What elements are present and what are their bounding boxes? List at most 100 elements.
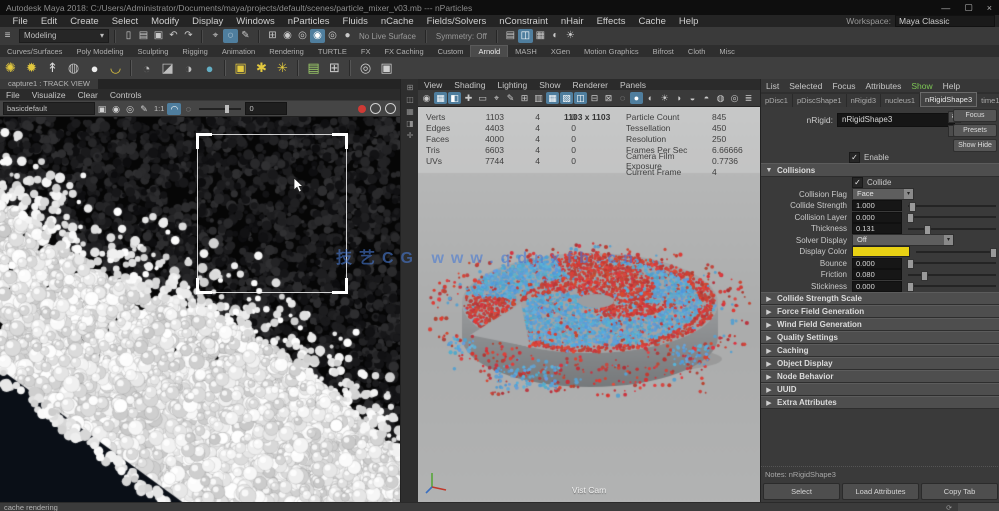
menu-display[interactable]: Display [186,16,230,27]
viewport-menu-view[interactable]: View [418,80,448,90]
ae-tab-pdisc1[interactable]: pDisc1 [761,94,793,107]
collide-strength-scale-section-header[interactable]: ▶Collide Strength Scale [761,292,999,305]
compare-icon[interactable]: ◌ [181,103,195,115]
menu-effects[interactable]: Effects [590,16,632,27]
safe-action-icon[interactable]: ⊟ [588,92,601,104]
fluid-emitter-icon[interactable]: ◪ [157,59,178,78]
particle-collision-icon[interactable]: ◡ [105,59,126,78]
grease-pencil-icon[interactable]: ✎ [504,92,517,104]
menu-windows[interactable]: Windows [230,16,282,27]
notes-field[interactable]: Notes: nRigidShape3 [761,466,999,481]
enable-checkbox-row[interactable]: ✓ Enable [761,151,999,163]
fluid-container-icon[interactable]: ◔ [136,59,157,78]
use-all-lights-icon[interactable]: ☀ [658,92,671,104]
paint-select-icon[interactable]: ✎ [238,29,253,43]
shelf-tab-xgen[interactable]: XGen [544,46,577,57]
friction-slider[interactable] [908,274,996,276]
fireworks-effect-icon[interactable]: ✳ [272,59,293,78]
ae-menu-attributes[interactable]: Attributes [860,81,906,91]
hypershade-icon[interactable]: ◐ [548,29,563,43]
shelf-tab-rigging[interactable]: Rigging [175,46,214,57]
ae-tab-nucleus1[interactable]: nucleus1 [881,94,920,107]
object-display-section-header[interactable]: ▶Object Display [761,357,999,370]
viewport-menu-show[interactable]: Show [533,80,566,90]
menu-fluids[interactable]: Fluids [336,16,374,27]
shelf-tab-motion-graphics[interactable]: Motion Graphics [577,46,646,57]
stickiness-slider[interactable] [908,285,996,287]
node-name-field[interactable]: nRigidShape3 [837,113,955,127]
ae-menu-show[interactable]: Show [906,81,937,91]
camera-preset-dropdown[interactable]: basicdefault [3,102,95,115]
shelf-tab-sculpting[interactable]: Sculpting [131,46,176,57]
render-settings-icon[interactable]: ▦ [533,29,548,43]
emitter-icon[interactable]: ↟ [42,59,63,78]
menu-edit[interactable]: Edit [34,16,63,27]
extra-attributes-section-header[interactable]: ▶Extra Attributes [761,396,999,409]
snapshot-icon[interactable]: ▣ [95,103,109,115]
render-region-icon[interactable]: ◉ [109,103,123,115]
options-icon[interactable] [385,103,396,114]
ocean-icon[interactable]: ◑ [178,59,199,78]
nparticle-icon[interactable]: ✺ [0,59,21,78]
collisions-section-header[interactable]: ▼ Collisions [761,163,999,177]
reference-menu-controls[interactable]: Controls [104,90,148,100]
hamburger-icon[interactable]: ≡ [0,29,15,43]
panel-camera-icon[interactable]: ◫ [406,95,414,104]
menu-file[interactable]: File [6,16,34,27]
collide-strength-field[interactable]: 1.000 [852,200,902,211]
live-surface-label[interactable]: No Live Surface [355,32,420,41]
reference-menu-visualize[interactable]: Visualize [26,90,72,100]
presets-button[interactable]: Presets [953,124,997,137]
soft-body-icon[interactable]: ● [84,59,105,78]
goal-icon[interactable]: ◍ [63,59,84,78]
checkbox-checked-icon[interactable]: ✓ [849,152,860,163]
menu-cache[interactable]: Cache [632,16,672,27]
shelf-tab-misc[interactable]: Misc [712,46,741,57]
menu-nconstraint[interactable]: nConstraint [493,16,555,27]
lens-flare-icon[interactable]: ◎ [355,59,376,78]
shelf-tab-turtle[interactable]: TURTLE [311,46,354,57]
xray-icon[interactable]: ◎ [728,92,741,104]
grid-icon[interactable]: ⊞ [518,92,531,104]
workspace-dropdown[interactable]: Maya Classic [895,15,995,27]
shadows-icon[interactable]: ◑ [672,92,685,104]
ae-menu-focus[interactable]: Focus [827,81,860,91]
shelf-tab-mash[interactable]: MASH [508,46,544,57]
slider-handle[interactable] [225,105,229,113]
make-live-icon[interactable]: ● [340,29,355,43]
shelf-tab-bifrost[interactable]: Bifrost [646,46,681,57]
close-button[interactable]: × [980,3,999,13]
shelf-tab-cloth[interactable]: Cloth [681,46,713,57]
ae-tab-time1[interactable]: time1 [977,94,999,107]
motion-blur-icon[interactable]: ◓ [700,92,713,104]
reference-menu-file[interactable]: File [0,90,26,100]
menu-help[interactable]: Help [672,16,705,27]
scene-viewport[interactable] [418,107,760,503]
frame-value-field[interactable]: 0 [245,102,287,115]
slider-handle[interactable] [907,282,914,292]
ipr-render-icon[interactable]: ◫ [518,29,533,43]
wireframe-overlay-icon[interactable]: ◠ [167,103,181,115]
shelf-tab-fx-caching[interactable]: FX Caching [377,46,430,57]
solver-display-dropdown[interactable]: Off▾ [852,234,954,246]
node-behavior-section-header[interactable]: ▶Node Behavior [761,370,999,383]
reference-menu-clear[interactable]: Clear [72,90,104,100]
snap-view-icon[interactable]: ◎ [325,29,340,43]
ae-tab-nrigidshape3[interactable]: nRigidShape3 [920,92,977,107]
thickness-slider[interactable] [908,228,996,230]
selection-mask-dropdown[interactable]: Modeling▾ [19,29,109,43]
select-tool-icon[interactable]: ⌖ [208,29,223,43]
maximize-button[interactable]: ▢ [957,2,980,13]
slider-handle[interactable] [907,213,914,223]
redo-icon[interactable]: ↷ [181,29,196,43]
image-plane-icon[interactable]: ▭ [476,92,489,104]
uuid-section-header[interactable]: ▶UUID [761,383,999,396]
emit-from-object-icon[interactable]: ✹ [21,59,42,78]
menu-nhair[interactable]: nHair [554,16,590,27]
shatter-icon[interactable]: ▣ [376,59,397,78]
slider-handle[interactable] [990,248,997,258]
film-gate-icon[interactable]: ▥ [532,92,545,104]
resolution-gate-icon[interactable]: ▦ [546,92,559,104]
thickness-field[interactable]: 0.131 [852,223,902,234]
minimize-button[interactable]: — [934,3,957,13]
